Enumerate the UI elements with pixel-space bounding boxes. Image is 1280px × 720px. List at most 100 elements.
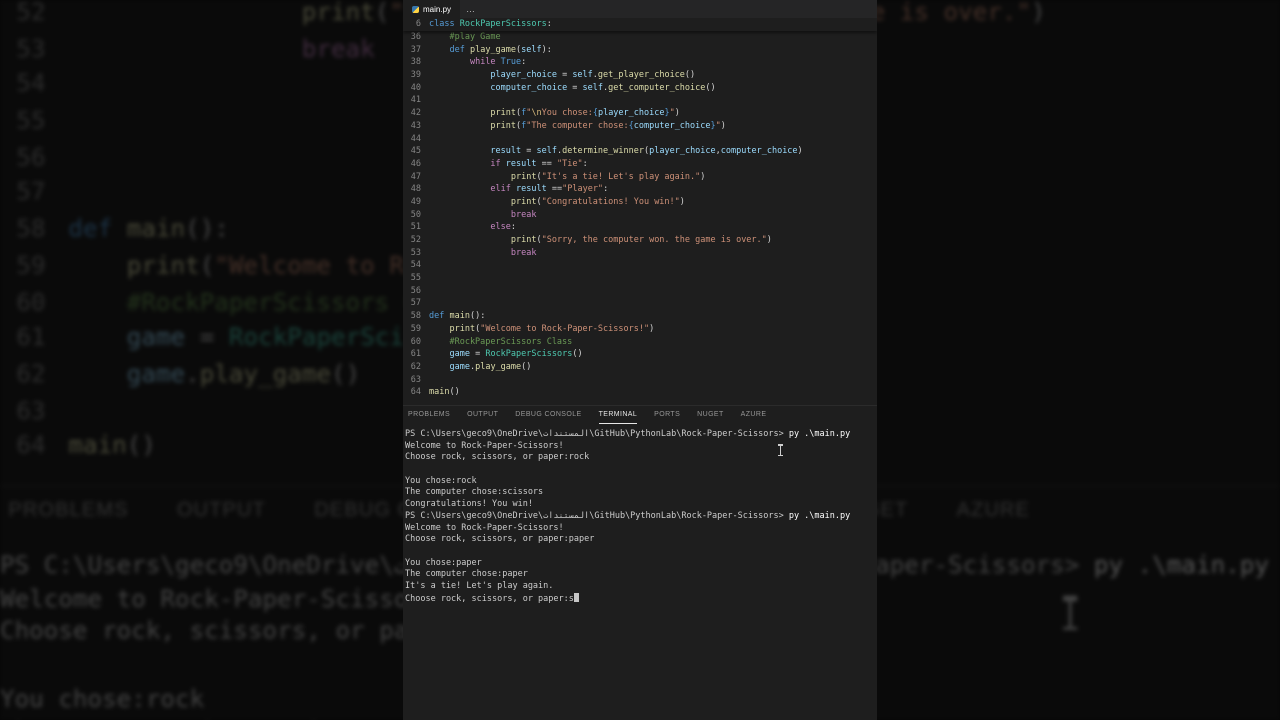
token-v: game [449,361,470,372]
token-t [429,70,490,80]
token-fn: play_game [475,361,522,372]
code-line: 45 result = self.determine_winner(player… [403,145,803,158]
token-t [429,210,511,220]
token-ctrl: elif [490,184,511,195]
token-t: () [705,82,716,93]
panel-tab-debug-console[interactable]: DEBUG CONSOLE [515,406,581,424]
code-line: 54 [403,259,803,272]
token-cls: RockPaperScissors [485,349,573,360]
code-editor[interactable]: 6 class RockPaperScissors: 36 #play Game… [403,18,877,405]
token-ctrl: else [490,222,511,233]
code-line: 36 #play Game [403,31,803,44]
line-number: 57 [410,298,421,309]
token-p: You chose:rock [405,475,477,486]
line-number: 60 [410,336,421,347]
token-v: result [505,158,537,169]
code-text: result = self.determine_winner(player_ch… [429,145,803,158]
line-number: 37 [410,44,421,55]
line-number: 56 [16,144,46,174]
token-ctrl: if [490,158,501,169]
code-line: 51 else: [403,221,803,234]
token-fn: print [449,323,476,334]
panel-tab-ports[interactable]: PORTS [654,406,680,424]
token-t [429,197,511,207]
line-number: 47 [410,171,421,182]
token-t: ) [797,146,803,157]
code-line: 41 [403,94,803,107]
code-line: 37 def play_game(self): [403,44,803,57]
code-line: 50 break [403,209,803,222]
terminal-line: It's a tie! Let's play again. [405,581,877,593]
terminal-line: You chose:paper [405,558,877,570]
token-t [429,146,490,156]
code-line: 60 #RockPaperScissors Class [403,336,803,349]
code-text: elif result =="Player": [429,183,608,196]
token-p: You chose:rock [0,686,205,715]
panel-tab-azure[interactable]: AZURE [741,406,767,424]
token-fn: determine_winner [562,146,644,157]
token-p: The computer chose:scissors [405,487,544,498]
panel-tab-problems[interactable]: PROBLEMS [408,406,450,424]
token-v: player_choice [649,146,716,157]
line-number: 62 [410,361,421,372]
token-v: player_choice [597,108,665,119]
editor-lines: 36 #play Game37 def play_game(self):38 w… [403,31,803,399]
code-line: 48 elif result =="Player": [403,183,803,196]
terminal-line: The computer chose:scissors [405,487,877,499]
line-number: 40 [410,82,421,93]
code-text: game = RockPaperScissors() [429,348,582,361]
token-p: PS C:\Users\geco9\OneDrive\المستندات\Git… [405,510,789,521]
code-text: game.play_game() [429,361,531,374]
editor-actions-ellipsis[interactable]: … [466,4,475,14]
line-number: 44 [410,133,421,144]
panel-tab-azure: AZURE [956,501,1031,522]
terminal-output[interactable]: PS C:\Users\geco9\OneDrive\المستندات\Git… [403,424,877,604]
panel-tab-nuget[interactable]: NUGET [697,406,724,424]
token-t: () [126,433,156,463]
code-line: 62 game.play_game() [403,361,803,374]
token-t [429,349,449,359]
token-fn: play_game [199,361,332,391]
code-text: print(f"The computer chose:{computer_cho… [429,120,725,133]
code-line: 55 [403,272,803,285]
token-v: computer_choice [720,146,798,157]
code-text: main() [429,386,460,399]
code-text: print("It's a tie! Let's play again.") [429,171,705,184]
code-line: 53 break [403,247,803,260]
terminal-line: Choose rock, scissors, or paper:rock [405,452,877,464]
token-p: Welcome to Rock-Paper-Scissors! [405,522,564,533]
token-t: ( [374,0,390,29]
panel-tabs: PROBLEMS OUTPUT DEBUG CONSOLE TERMINAL PORTS… [403,406,877,424]
terminal-line: Welcome to Rock-Paper-Scissors! [405,523,877,535]
code-text: game.play_game() [68,359,360,395]
code-line: 43 print(f"The computer chose:{computer_… [403,120,803,133]
line-number: 57 [16,180,46,210]
token-t: = [567,82,583,93]
tab-main-py[interactable]: main.py [403,0,461,18]
code-text: while True: [429,56,526,69]
token-v: self [521,44,542,55]
token-t: : [603,184,609,195]
token-t: ) [766,235,772,245]
panel-tab-terminal[interactable]: TERMINAL [598,406,638,424]
line-number: 54 [16,72,46,101]
token-t [429,184,490,194]
code-line: 63 [403,374,803,387]
mouse-ibeam-cursor [777,444,784,456]
panel-tab-output[interactable]: OUTPUT [467,406,498,424]
line-number: 60 [16,289,46,318]
token-t: ) [679,196,685,207]
token-t [429,45,449,55]
token-s: "Player" [562,184,604,195]
token-s: "The computer chose: [526,120,629,131]
code-line: 56 [403,285,803,298]
token-v: game [126,325,186,354]
code-text: print("Welcome to Rock-Paper-Scissors!") [429,323,654,336]
token-t [429,172,511,182]
token-p: It's a tie! Let's play again. [405,580,554,591]
line-number: 39 [410,70,421,81]
token-t: ) [649,323,655,334]
line-number: 42 [410,108,421,119]
token-fn: print [510,171,537,182]
line-number: 61 [410,349,421,360]
